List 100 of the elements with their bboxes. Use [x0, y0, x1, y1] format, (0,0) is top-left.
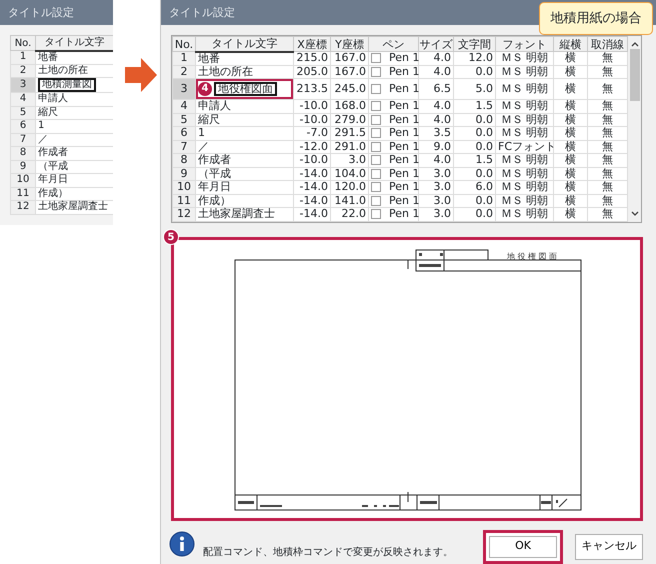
column-header: X座標	[294, 36, 330, 52]
table-cell: 0.0	[454, 65, 496, 78]
table-cell: 地番	[196, 52, 294, 65]
checkbox[interactable]	[371, 155, 381, 166]
table-cell: 4.0	[418, 100, 454, 113]
row-number: 1	[10, 50, 36, 64]
step-number-badge: 5	[163, 228, 179, 244]
checkbox[interactable]	[371, 101, 381, 112]
table-cell: 作成）	[36, 187, 113, 200]
table-cell: 3.0	[418, 194, 454, 208]
table-cell: 0.0	[454, 194, 496, 208]
row-number: 8	[10, 146, 36, 160]
row-number: 7	[172, 140, 196, 154]
row-number: 10	[172, 180, 196, 194]
table-cell: 120.0	[330, 180, 368, 194]
table-cell: 12.0	[454, 52, 496, 65]
table-cell: -10.0	[294, 100, 330, 113]
table-cell: ＭＳ 明朝	[496, 78, 554, 100]
callout-note: 地積用紙の場合	[539, 2, 653, 35]
row-number: 4	[172, 100, 196, 113]
table-cell: 1	[36, 120, 113, 133]
table-cell: 横	[554, 100, 588, 113]
checkbox[interactable]	[371, 168, 381, 179]
table-cell: 245.0	[330, 78, 368, 100]
info-icon	[169, 530, 195, 556]
table-cell: 0.0	[454, 126, 496, 140]
column-header: No.	[172, 36, 196, 52]
column-header: サイズ	[418, 36, 454, 52]
row-number: 2	[10, 64, 36, 78]
table-cell: 141.0	[330, 194, 368, 208]
column-header: No.	[10, 36, 36, 50]
table-cell: 3.0	[418, 180, 454, 194]
table-cell: ＭＳ 明朝	[496, 126, 554, 140]
checkbox[interactable]	[371, 84, 381, 94]
table-cell: 3.0	[418, 167, 454, 180]
row-number: 5	[172, 113, 196, 126]
table-cell: -10.0	[294, 113, 330, 126]
checkbox[interactable]	[371, 182, 381, 192]
table-cell: （平成	[196, 167, 294, 180]
checkbox[interactable]	[371, 142, 381, 152]
checkbox[interactable]	[371, 128, 381, 138]
checkbox[interactable]	[371, 53, 381, 64]
pen-label: Pen 1	[389, 180, 420, 194]
pen-label: Pen 1	[389, 51, 420, 64]
checkbox[interactable]	[371, 66, 381, 77]
pen-label: Pen 1	[389, 153, 420, 166]
table-cell: ／	[36, 133, 113, 146]
pen-label: Pen 1	[389, 112, 420, 126]
ok-button[interactable]: OK	[483, 530, 563, 564]
row-number: 7	[10, 133, 36, 146]
row-number: 9	[10, 160, 36, 174]
table-cell: 168.0	[330, 100, 368, 113]
table-cell: ＭＳ 明朝	[496, 194, 554, 208]
window-title: タイトル設定	[0, 0, 113, 25]
table-cell: FCフォント	[496, 140, 554, 154]
table-cell: ＭＳ 明朝	[496, 167, 554, 180]
checkbox[interactable]	[371, 209, 381, 220]
scroll-up-icon[interactable]	[630, 41, 638, 47]
checkbox[interactable]	[371, 196, 381, 206]
table-cell: 104.0	[330, 167, 368, 180]
table-cell: 1.5	[454, 100, 496, 113]
table-cell: ＭＳ 明朝	[496, 208, 554, 221]
table-cell: 横	[554, 194, 588, 208]
table-cell: 作成者	[196, 154, 294, 167]
table-cell: 土地家屋調査士	[196, 208, 294, 221]
row-number: 12	[172, 208, 196, 221]
table-cell: 作成者	[36, 146, 113, 160]
table-cell: 横	[554, 113, 588, 126]
row-number: 11	[172, 194, 196, 208]
table-cell: 291.5	[330, 126, 368, 140]
row-number: 2	[172, 65, 196, 78]
table-cell: 横	[554, 65, 588, 78]
table-cell: 4.0	[418, 52, 454, 65]
table-cell: （平成	[36, 160, 113, 174]
row-number: 10	[10, 174, 36, 187]
table-cell: 土地家屋調査士	[36, 200, 113, 214]
scroll-down-icon[interactable]	[630, 210, 638, 216]
table-cell: 3.0	[418, 208, 454, 221]
table-cell: 横	[554, 140, 588, 154]
table-cell: 0.0	[454, 208, 496, 221]
row-number: 6	[172, 126, 196, 140]
edit-field[interactable]: 地積測量図	[38, 78, 96, 92]
table-cell: 0.0	[454, 113, 496, 126]
table-cell: 横	[554, 52, 588, 65]
pen-label: Pen 1	[389, 99, 420, 112]
table-cell: 4.0	[418, 113, 454, 126]
table-cell: 279.0	[330, 113, 368, 126]
checkbox[interactable]	[371, 114, 381, 125]
column-header: Y座標	[330, 36, 368, 52]
table-cell: 地番	[36, 50, 113, 64]
cancel-button[interactable]: キャンセル	[575, 534, 643, 560]
pen-label: Pen 1	[389, 194, 420, 207]
edit-field[interactable]: 地役権図面	[214, 82, 277, 96]
table-cell: 縮尺	[36, 106, 113, 120]
table-cell: 205.0	[294, 65, 330, 78]
pen-label: Pen 1	[389, 64, 420, 78]
scroll-thumb[interactable]	[630, 49, 640, 101]
pen-label: Pen 1	[389, 126, 420, 140]
table-cell: 5.0	[454, 78, 496, 100]
row-number: 11	[10, 187, 36, 200]
